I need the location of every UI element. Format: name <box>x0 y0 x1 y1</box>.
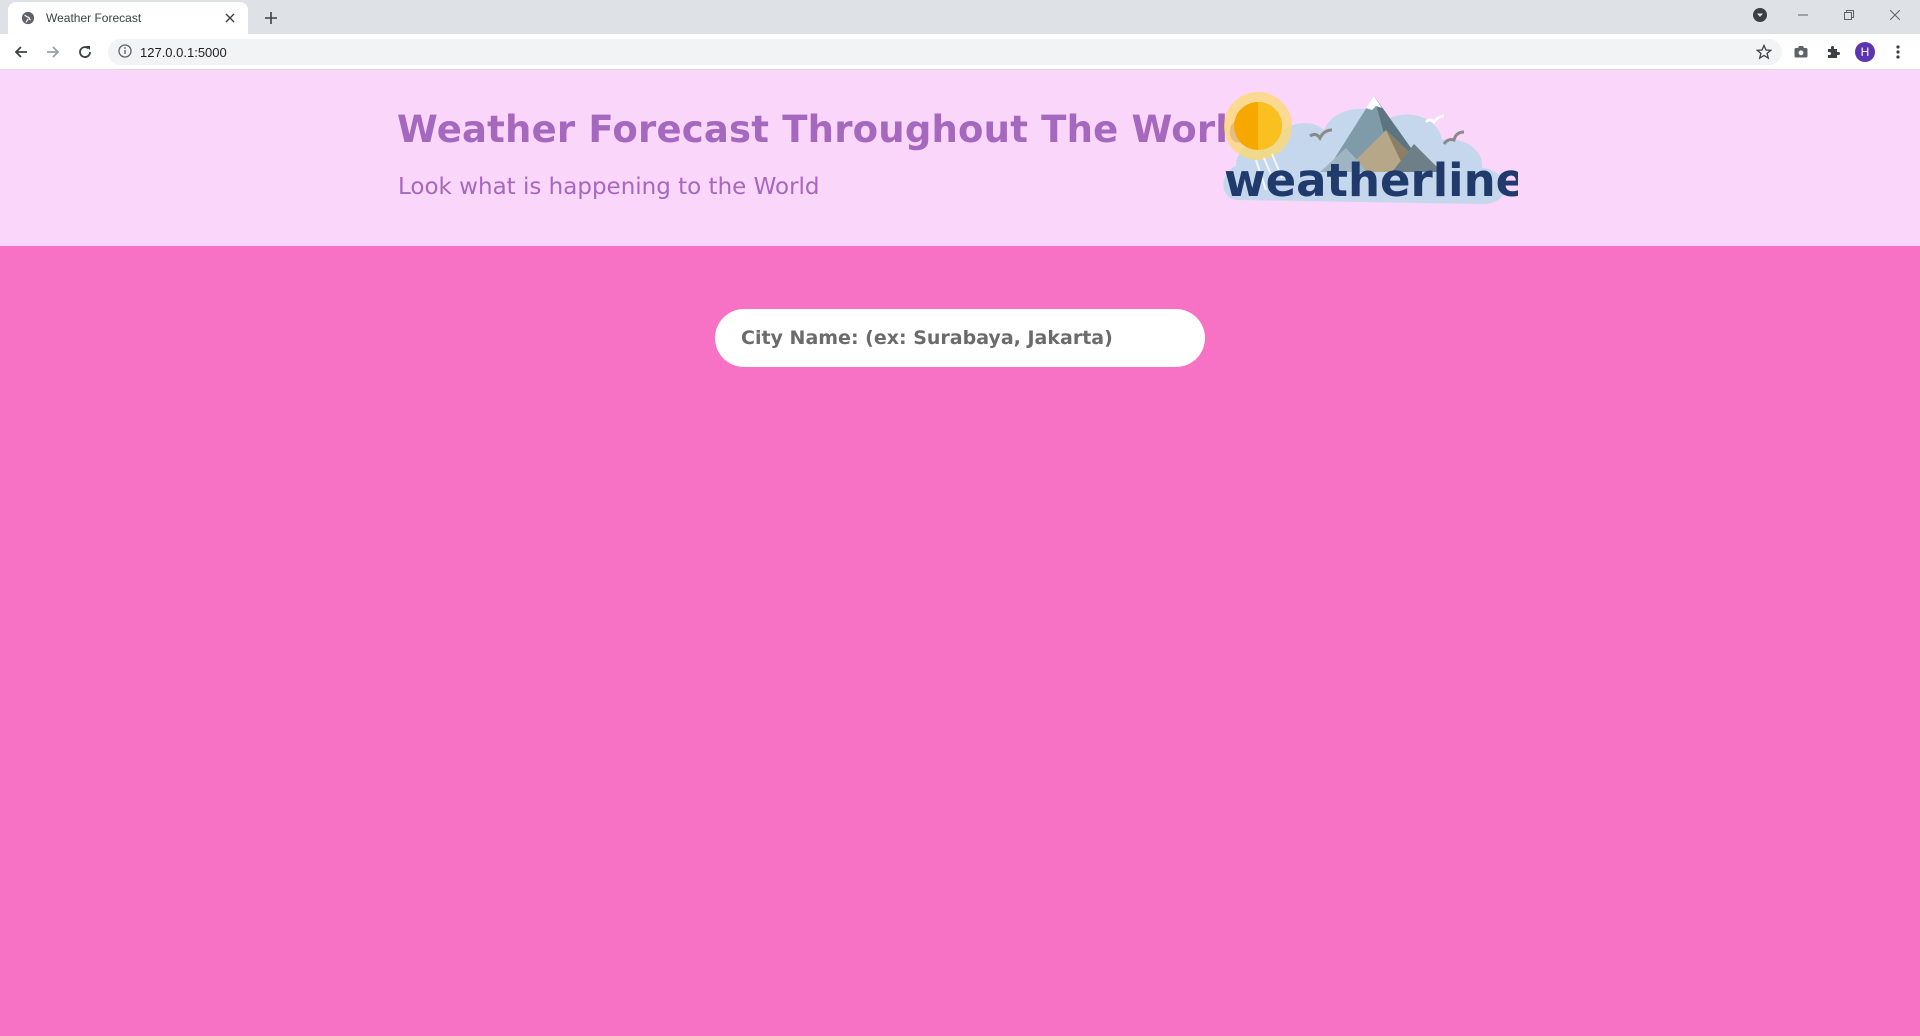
star-icon[interactable] <box>1755 43 1773 60</box>
back-arrow-icon[interactable] <box>9 40 33 64</box>
puzzle-icon[interactable] <box>1821 40 1845 64</box>
browser-toolbar: 127.0.0.1:5000 H <box>0 34 1920 70</box>
minimize-icon[interactable] <box>1780 0 1826 30</box>
forward-arrow-icon[interactable] <box>41 40 65 64</box>
plus-icon[interactable] <box>260 7 282 29</box>
media-control-icon[interactable] <box>1736 0 1784 30</box>
hero-banner: Weather Forecast Throughout The World Lo… <box>0 70 1920 246</box>
tab-title: Weather Forecast <box>46 11 142 25</box>
reload-icon[interactable] <box>73 40 97 64</box>
page-subtitle: Look what is happening to the World <box>398 174 820 200</box>
url-text: 127.0.0.1:5000 <box>140 44 227 60</box>
globe-icon <box>20 10 36 26</box>
info-icon[interactable] <box>118 43 132 62</box>
browser-tab-strip: Weather Forecast <box>0 0 1920 34</box>
browser-tab[interactable]: Weather Forecast <box>8 2 248 34</box>
profile-avatar[interactable]: H <box>1853 40 1877 64</box>
weatherline-logo: weatherline <box>1216 92 1526 214</box>
window-close-icon[interactable] <box>1872 0 1918 30</box>
logo-wordmark: weatherline <box>1224 154 1518 207</box>
avatar: H <box>1855 42 1875 62</box>
close-icon[interactable] <box>222 10 238 26</box>
address-bar[interactable]: 127.0.0.1:5000 <box>108 39 1782 65</box>
kebab-menu-icon[interactable] <box>1886 40 1910 64</box>
restore-icon[interactable] <box>1826 0 1872 30</box>
camera-icon[interactable] <box>1789 40 1813 64</box>
city-search-input[interactable] <box>715 309 1205 367</box>
page-body: Weather Forecast Throughout The World Lo… <box>0 70 1920 1036</box>
page-title: Weather Forecast Throughout The World <box>397 108 1255 151</box>
